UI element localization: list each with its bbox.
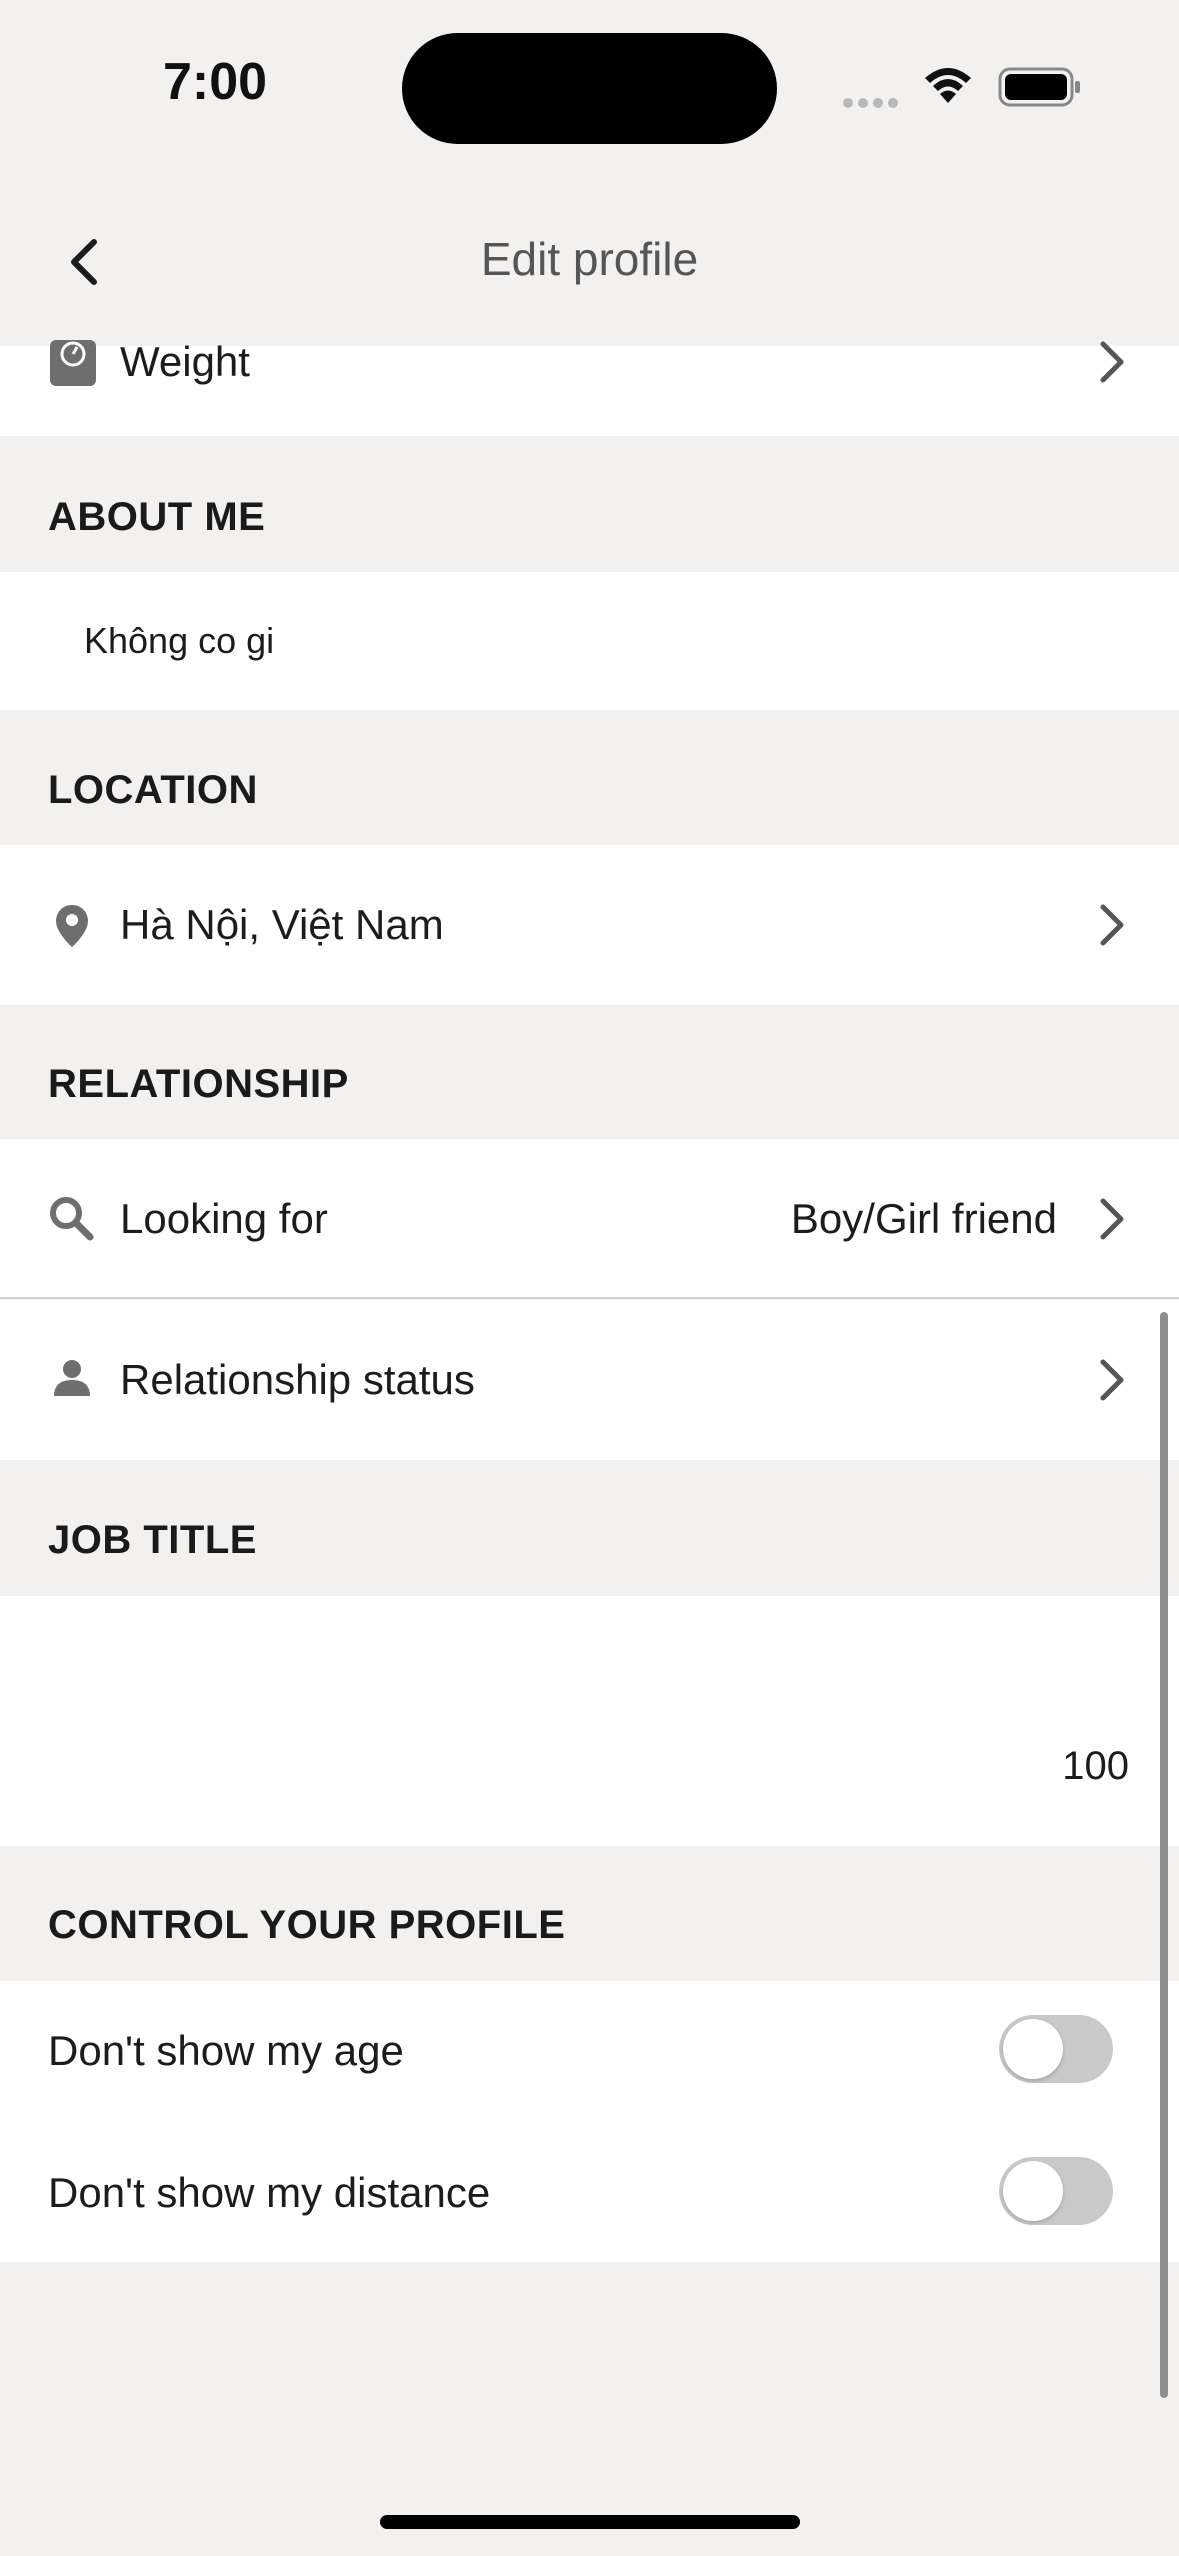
looking-for-label: Looking for [120,1195,328,1242]
about-me-header: ABOUT ME [48,495,266,539]
control-profile-header: CONTROL YOUR PROFILE [48,1903,566,1947]
hide-distance-toggle[interactable] [999,2157,1113,2225]
toggle-knob [1003,2019,1063,2079]
location-value: Hà Nội, Việt Nam [120,901,444,948]
hide-distance-label: Don't show my distance [48,2169,491,2216]
location-header: LOCATION [48,768,258,812]
relationship-status-row[interactable]: Relationship status [0,1300,1179,1460]
cellular-signal-icon [843,95,903,113]
weight-label: Weight [120,338,250,385]
chevron-right-icon [1100,904,1124,946]
chevron-right-icon [1100,341,1124,383]
weight-row[interactable]: Weight [0,338,1179,436]
page-title: Edit profile [480,233,699,285]
about-me-text[interactable]: Không co gi [84,620,274,662]
person-icon [54,1360,90,1396]
dynamic-island [402,33,777,144]
wifi-icon [925,68,971,103]
hide-age-toggle[interactable] [999,2015,1113,2083]
search-icon [50,1197,94,1241]
looking-for-value: Boy/Girl friend [790,1195,1057,1242]
chevron-right-icon [1100,1198,1124,1240]
weight-scale-icon [50,340,96,386]
job-title-header: JOB TITLE [48,1518,257,1562]
scrollbar[interactable] [1160,1312,1168,2398]
location-row[interactable]: Hà Nội, Việt Nam [0,845,1179,1005]
location-pin-icon [56,905,88,947]
home-indicator[interactable] [380,2515,800,2529]
job-title-field[interactable]: 100 [0,1596,1179,1846]
job-title-char-count: 100 [1062,1744,1129,1788]
looking-for-row[interactable]: Looking for Boy/Girl friend [0,1139,1179,1299]
status-time: 7:00 [162,53,268,111]
hide-age-row: Don't show my age [0,1981,1179,2121]
toggle-knob [1003,2161,1063,2221]
hide-age-label: Don't show my age [48,2027,404,2074]
hide-distance-row: Don't show my distance [0,2121,1179,2262]
navigation-bar: Edit profile [0,170,1179,346]
status-bar: 7:00 [0,0,1179,170]
relationship-header: RELATIONSHIP [48,1062,349,1106]
chevron-right-icon [1100,1359,1124,1401]
relationship-status-label: Relationship status [120,1356,475,1403]
about-me-field[interactable]: Không co gi [0,572,1179,710]
battery-icon [998,67,1080,107]
